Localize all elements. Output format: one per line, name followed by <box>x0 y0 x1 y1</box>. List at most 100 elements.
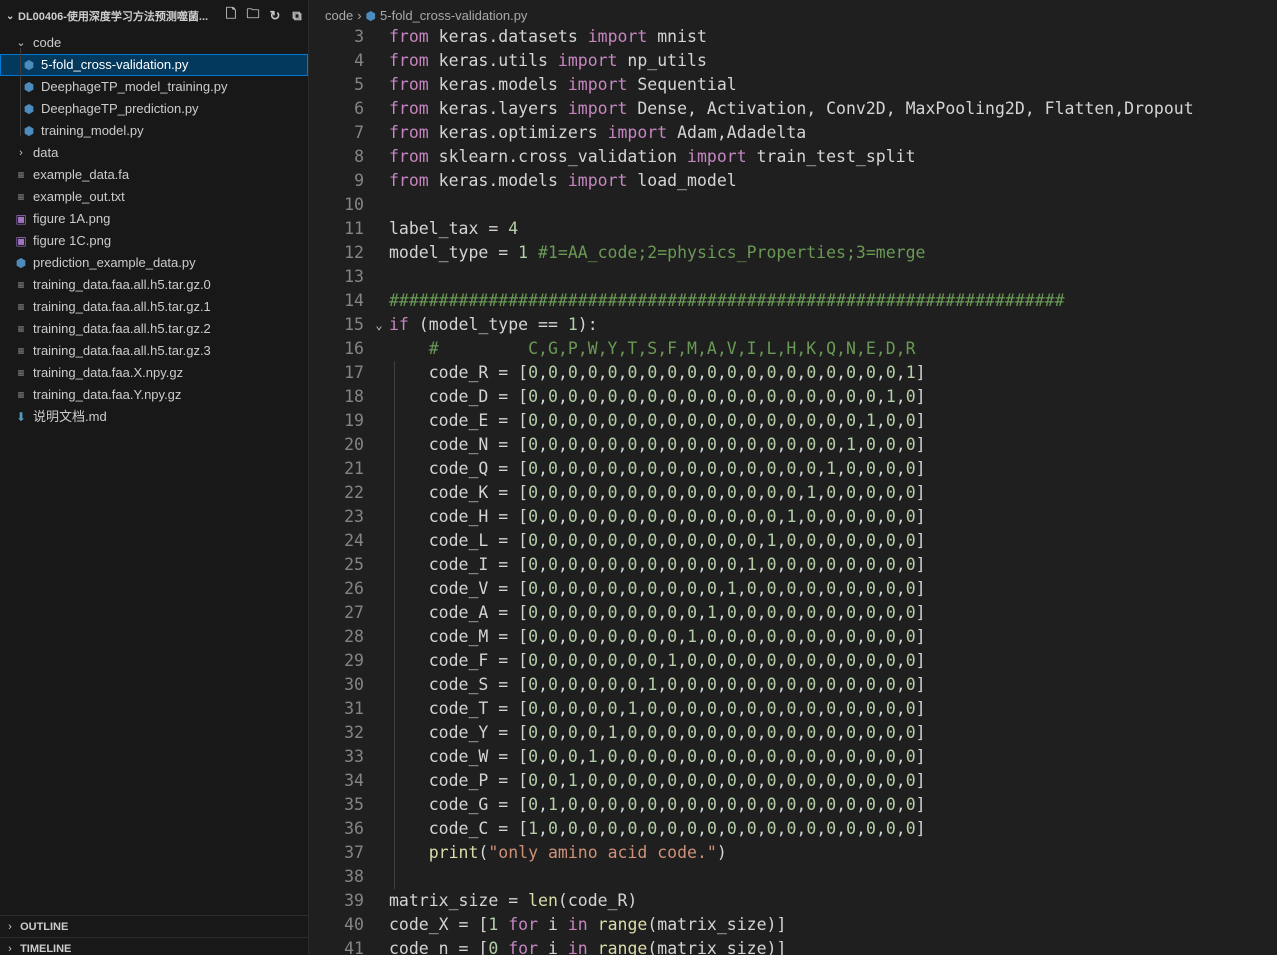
code-line[interactable]: 34 code_P = [0,0,1,0,0,0,0,0,0,0,0,0,0,0… <box>310 769 1277 793</box>
code-line[interactable]: 12 model_type = 1 #1=AA_code;2=physics_Pr… <box>310 241 1277 265</box>
code-text[interactable]: from keras.models import Sequential <box>389 73 737 97</box>
code-line[interactable]: 11 label_tax = 4 <box>310 217 1277 241</box>
code-text[interactable]: from keras.utils import np_utils <box>389 49 707 73</box>
code-text[interactable]: label_tax = 4 <box>389 217 518 241</box>
code-text[interactable]: code_T = [0,0,0,0,0,1,0,0,0,0,0,0,0,0,0,… <box>389 697 926 721</box>
code-line[interactable]: 19 code_E = [0,0,0,0,0,0,0,0,0,0,0,0,0,0… <box>310 409 1277 433</box>
code-text[interactable]: code_W = [0,0,0,1,0,0,0,0,0,0,0,0,0,0,0,… <box>389 745 926 769</box>
file-item[interactable]: ≡ example_data.fa <box>0 164 308 186</box>
code-text[interactable]: code_L = [0,0,0,0,0,0,0,0,0,0,0,0,1,0,0,… <box>389 529 926 553</box>
code-text[interactable]: code_I = [0,0,0,0,0,0,0,0,0,0,0,1,0,0,0,… <box>389 553 926 577</box>
code-line[interactable]: 35 code_G = [0,1,0,0,0,0,0,0,0,0,0,0,0,0… <box>310 793 1277 817</box>
code-text[interactable]: code_P = [0,0,1,0,0,0,0,0,0,0,0,0,0,0,0,… <box>389 769 926 793</box>
new-file-icon[interactable]: 🗋 <box>220 5 242 27</box>
code-line[interactable]: 13 <box>310 265 1277 289</box>
breadcrumb-file[interactable]: 5-fold_cross-validation.py <box>380 8 527 23</box>
file-item[interactable]: ⬢ prediction_example_data.py <box>0 252 308 274</box>
file-item[interactable]: ≡ example_out.txt <box>0 186 308 208</box>
code-text[interactable]: code_K = [0,0,0,0,0,0,0,0,0,0,0,0,0,0,1,… <box>389 481 926 505</box>
code-line[interactable]: 41 code_n = [0 for i in range(matrix_size… <box>310 937 1277 955</box>
code-line[interactable]: 8 from sklearn.cross_validation import tr… <box>310 145 1277 169</box>
code-line[interactable]: 16 # C,G,P,W,Y,T,S,F,M,A,V,I,L,H,K,Q,N,E… <box>310 337 1277 361</box>
code-line[interactable]: 24 code_L = [0,0,0,0,0,0,0,0,0,0,0,0,1,0… <box>310 529 1277 553</box>
code-text[interactable]: code_C = [1,0,0,0,0,0,0,0,0,0,0,0,0,0,0,… <box>389 817 926 841</box>
code-text[interactable]: code_N = [0,0,0,0,0,0,0,0,0,0,0,0,0,0,0,… <box>389 433 926 457</box>
file-item[interactable]: ⬢ 5-fold_cross-validation.py <box>0 54 308 76</box>
new-folder-icon[interactable]: 🗀 <box>242 5 264 27</box>
code-line[interactable]: 36 code_C = [1,0,0,0,0,0,0,0,0,0,0,0,0,0… <box>310 817 1277 841</box>
code-line[interactable]: 21 code_Q = [0,0,0,0,0,0,0,0,0,0,0,0,0,0… <box>310 457 1277 481</box>
code-line[interactable]: 33 code_W = [0,0,0,1,0,0,0,0,0,0,0,0,0,0… <box>310 745 1277 769</box>
code-line[interactable]: 32 code_Y = [0,0,0,0,1,0,0,0,0,0,0,0,0,0… <box>310 721 1277 745</box>
code-line[interactable]: 30 code_S = [0,0,0,0,0,0,1,0,0,0,0,0,0,0… <box>310 673 1277 697</box>
code-text[interactable]: code_E = [0,0,0,0,0,0,0,0,0,0,0,0,0,0,0,… <box>389 409 926 433</box>
file-item[interactable]: ≡ training_data.faa.Y.npy.gz <box>0 384 308 406</box>
code-text[interactable]: code_V = [0,0,0,0,0,0,0,0,0,0,1,0,0,0,0,… <box>389 577 926 601</box>
code-line[interactable]: 6 from keras.layers import Dense, Activat… <box>310 97 1277 121</box>
code-line[interactable]: 5 from keras.models import Sequential <box>310 73 1277 97</box>
file-item[interactable]: ⬢ DeephageTP_prediction.py <box>0 98 308 120</box>
code-line[interactable]: 15 ⌄ if (model_type == 1): <box>310 313 1277 337</box>
code-text[interactable]: matrix_size = len(code_R) <box>389 889 637 913</box>
code-text[interactable]: from sklearn.cross_validation import tra… <box>389 145 916 169</box>
code-editor[interactable]: code › ⬢ 5-fold_cross-validation.py 3 from k… <box>310 0 1277 955</box>
folder-item[interactable]: ⌄ code <box>0 32 308 54</box>
file-item[interactable]: ≡ training_data.faa.all.h5.tar.gz.3 <box>0 340 308 362</box>
code-line[interactable]: 28 code_M = [0,0,0,0,0,0,0,0,1,0,0,0,0,0… <box>310 625 1277 649</box>
code-text[interactable]: model_type = 1 #1=AA_code;2=physics_Prop… <box>389 241 925 265</box>
refresh-icon[interactable]: ↻ <box>264 8 286 24</box>
code-text[interactable]: if (model_type == 1): <box>389 313 598 337</box>
code-line[interactable]: 22 code_K = [0,0,0,0,0,0,0,0,0,0,0,0,0,0… <box>310 481 1277 505</box>
code-line[interactable]: 17 code_R = [0,0,0,0,0,0,0,0,0,0,0,0,0,0… <box>310 361 1277 385</box>
code-text[interactable]: code_A = [0,0,0,0,0,0,0,0,0,1,0,0,0,0,0,… <box>389 601 926 625</box>
code-text[interactable]: code_F = [0,0,0,0,0,0,0,1,0,0,0,0,0,0,0,… <box>389 649 926 673</box>
file-item[interactable]: ≡ training_data.faa.all.h5.tar.gz.1 <box>0 296 308 318</box>
collapse-all-icon[interactable]: ⧉ <box>286 8 308 24</box>
file-item[interactable]: ⬢ DeephageTP_model_training.py <box>0 76 308 98</box>
file-item[interactable]: ⬇ 说明文档.md <box>0 406 308 428</box>
code-area[interactable]: 3 from keras.datasets import mnist 4 from k… <box>310 25 1277 955</box>
code-text[interactable]: ########################################… <box>389 289 1065 313</box>
file-item[interactable]: ≡ training_data.faa.X.npy.gz <box>0 362 308 384</box>
code-text[interactable]: code_S = [0,0,0,0,0,0,1,0,0,0,0,0,0,0,0,… <box>389 673 926 697</box>
file-item[interactable]: ▣ figure 1A.png <box>0 208 308 230</box>
breadcrumb-folder[interactable]: code <box>325 8 353 23</box>
code-text[interactable]: code_n = [0 for i in range(matrix_size)] <box>389 937 786 955</box>
file-item[interactable]: ≡ training_data.faa.all.h5.tar.gz.0 <box>0 274 308 296</box>
code-line[interactable]: 18 code_D = [0,0,0,0,0,0,0,0,0,0,0,0,0,0… <box>310 385 1277 409</box>
code-text[interactable]: code_R = [0,0,0,0,0,0,0,0,0,0,0,0,0,0,0,… <box>389 361 926 385</box>
explorer-header[interactable]: ⌄ DL00406-使用深度学习方法预测噬菌... 🗋 🗀 ↻ ⧉ <box>0 0 308 32</box>
code-line[interactable]: 26 code_V = [0,0,0,0,0,0,0,0,0,0,1,0,0,0… <box>310 577 1277 601</box>
code-line[interactable]: 7 from keras.optimizers import Adam,Adade… <box>310 121 1277 145</box>
chevron-down-icon[interactable]: ⌄ <box>6 11 18 22</box>
code-line[interactable]: 38 <box>310 865 1277 889</box>
code-line[interactable]: 37 print("only amino acid code.") <box>310 841 1277 865</box>
code-line[interactable]: 9 from keras.models import load_model <box>310 169 1277 193</box>
outline-panel-header[interactable]: › OUTLINE <box>0 915 308 937</box>
code-text[interactable]: from keras.optimizers import Adam,Adadel… <box>389 121 806 145</box>
code-text[interactable]: print("only amino acid code.") <box>389 841 727 865</box>
code-line[interactable]: 29 code_F = [0,0,0,0,0,0,0,1,0,0,0,0,0,0… <box>310 649 1277 673</box>
code-text[interactable]: code_M = [0,0,0,0,0,0,0,0,1,0,0,0,0,0,0,… <box>389 625 926 649</box>
code-line[interactable]: 3 from keras.datasets import mnist <box>310 25 1277 49</box>
timeline-panel-header[interactable]: › TIMELINE <box>0 937 308 955</box>
code-text[interactable]: code_X = [1 for i in range(matrix_size)] <box>389 913 786 937</box>
file-item[interactable]: ≡ training_data.faa.all.h5.tar.gz.2 <box>0 318 308 340</box>
file-item[interactable]: ⬢ training_model.py <box>0 120 308 142</box>
code-text[interactable]: from keras.layers import Dense, Activati… <box>389 97 1194 121</box>
code-line[interactable]: 14 ######################################… <box>310 289 1277 313</box>
code-text[interactable]: from keras.models import load_model <box>389 169 737 193</box>
code-line[interactable]: 25 code_I = [0,0,0,0,0,0,0,0,0,0,0,1,0,0… <box>310 553 1277 577</box>
code-text[interactable]: code_H = [0,0,0,0,0,0,0,0,0,0,0,0,0,1,0,… <box>389 505 926 529</box>
code-line[interactable]: 4 from keras.utils import np_utils <box>310 49 1277 73</box>
code-line[interactable]: 31 code_T = [0,0,0,0,0,1,0,0,0,0,0,0,0,0… <box>310 697 1277 721</box>
code-text[interactable]: # C,G,P,W,Y,T,S,F,M,A,V,I,L,H,K,Q,N,E,D,… <box>389 337 916 361</box>
code-text[interactable]: code_Q = [0,0,0,0,0,0,0,0,0,0,0,0,0,0,0,… <box>389 457 926 481</box>
code-text[interactable]: from keras.datasets import mnist <box>389 25 707 49</box>
code-line[interactable]: 39 matrix_size = len(code_R) <box>310 889 1277 913</box>
file-item[interactable]: ▣ figure 1C.png <box>0 230 308 252</box>
folder-item[interactable]: › data <box>0 142 308 164</box>
code-text[interactable]: code_Y = [0,0,0,0,1,0,0,0,0,0,0,0,0,0,0,… <box>389 721 926 745</box>
code-line[interactable]: 27 code_A = [0,0,0,0,0,0,0,0,0,1,0,0,0,0… <box>310 601 1277 625</box>
code-line[interactable]: 23 code_H = [0,0,0,0,0,0,0,0,0,0,0,0,0,1… <box>310 505 1277 529</box>
